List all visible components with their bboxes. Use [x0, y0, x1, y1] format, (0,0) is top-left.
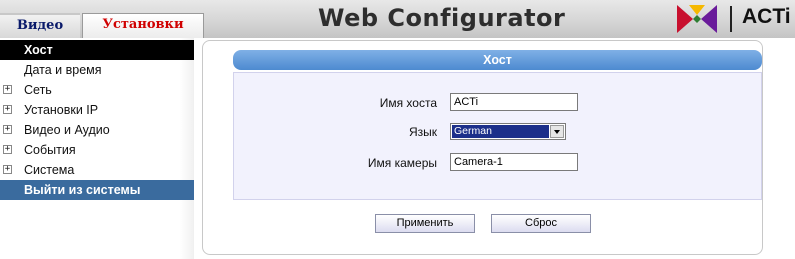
sidebar: Хост Дата и время + Сеть + Установки IP … [0, 38, 194, 259]
sidebar-item-label: Хост [24, 43, 53, 57]
plus-square-icon[interactable]: + [3, 105, 12, 114]
chevron-down-icon[interactable] [550, 125, 564, 138]
language-select[interactable]: German [450, 123, 566, 140]
plus-square-icon[interactable]: + [3, 125, 12, 134]
sidebar-item-label: Видео и Аудио [24, 123, 110, 137]
sidebar-item-label: Дата и время [24, 63, 102, 77]
sidebar-item-system[interactable]: + Система [0, 160, 194, 180]
sidebar-item-host[interactable]: Хост [0, 40, 194, 60]
plus-square-icon[interactable]: + [3, 85, 12, 94]
sidebar-item-label: События [24, 143, 76, 157]
logo-text: ACTi [742, 5, 791, 28]
sidebar-item-logout[interactable]: Выйти из системы [0, 180, 194, 200]
header-bar: Видео Установки Web Configurator ACTi [0, 0, 795, 38]
sidebar-item-date-time[interactable]: Дата и время [0, 60, 194, 80]
apply-button[interactable]: Применить [375, 214, 475, 233]
sidebar-item-label: Система [24, 163, 75, 177]
sidebar-item-video-audio[interactable]: + Видео и Аудио [0, 120, 194, 140]
section-title: Хост [233, 50, 762, 70]
plus-square-icon[interactable]: + [3, 165, 12, 174]
sidebar-item-label: Сеть [24, 83, 52, 97]
camera-name-label: Имя камеры [367, 156, 437, 170]
host-name-input[interactable] [450, 93, 578, 111]
tab-video[interactable]: Видео [0, 13, 80, 38]
reset-button[interactable]: Сброс [491, 214, 591, 233]
camera-name-input[interactable] [450, 153, 578, 171]
plus-square-icon[interactable]: + [3, 145, 12, 154]
language-selected-value: German [452, 125, 549, 138]
sidebar-item-ip-settings[interactable]: + Установки IP [0, 100, 194, 120]
tab-settings[interactable]: Установки [82, 13, 204, 38]
logo-divider [730, 6, 732, 32]
sidebar-item-label: Установки IP [24, 103, 99, 117]
sidebar-item-events[interactable]: + События [0, 140, 194, 160]
language-label: Язык [408, 125, 437, 139]
acti-logo-icon [677, 5, 717, 33]
sidebar-item-label: Выйти из системы [24, 183, 141, 197]
host-name-label: Имя хоста [379, 96, 437, 110]
app-title: Web Configurator [318, 4, 566, 32]
sidebar-item-network[interactable]: + Сеть [0, 80, 194, 100]
